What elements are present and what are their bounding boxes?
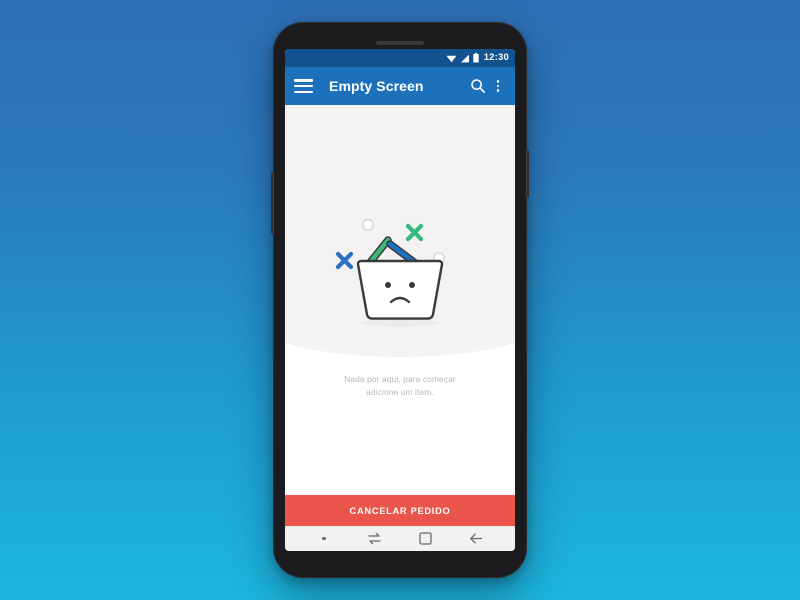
illustration-container [285,213,515,333]
signal-icon [460,54,469,62]
decor-x-green [405,223,424,242]
cancel-order-button[interactable]: CANCELAR PEDIDO [285,495,515,526]
app-bar: Empty Screen [285,67,515,105]
volume-buttons[interactable] [271,172,274,234]
earpiece-speaker [376,41,424,45]
android-navigation-bar [285,526,515,551]
empty-state-content: Nada por aqui, para começar adicione um … [285,105,515,495]
basket-eye-right [409,282,415,288]
page-title: Empty Screen [329,78,424,94]
power-button[interactable] [526,150,529,198]
basket-body [356,259,444,320]
phone-screen: 12:30 Empty Screen Nada por aqui, para c… [285,49,515,551]
nav-back-button[interactable] [461,526,491,551]
nav-dot-indicator[interactable] [309,526,339,551]
empty-message-line-1: Nada por aqui, para começar [344,374,456,384]
basket-eye-left [385,282,391,288]
nav-recents-button[interactable] [410,526,440,551]
sad-empty-basket-illustration [335,218,446,327]
back-arrow-icon [469,533,482,544]
empty-message-line-2: adicione um item. [366,387,434,398]
hamburger-menu-icon[interactable] [294,79,313,93]
wifi-icon [446,55,457,62]
empty-state-message: Nada por aqui, para começar adicione um … [285,373,515,400]
decor-circle-top-left [361,218,375,232]
phone-device-frame: 12:30 Empty Screen Nada por aqui, para c… [271,22,529,578]
battery-icon [472,53,479,63]
nav-swap-button[interactable] [360,526,390,551]
dot-icon [322,536,327,541]
square-recents-icon [419,532,432,545]
cancel-order-label: CANCELAR PEDIDO [349,505,451,516]
status-bar-clock: 12:30 [483,52,509,64]
basket-shadow [362,319,438,327]
swap-arrows-icon [368,532,381,545]
decor-x-blue [335,251,354,270]
overflow-menu-icon[interactable] [490,78,506,94]
status-bar: 12:30 [285,49,515,67]
search-icon[interactable] [470,78,486,94]
